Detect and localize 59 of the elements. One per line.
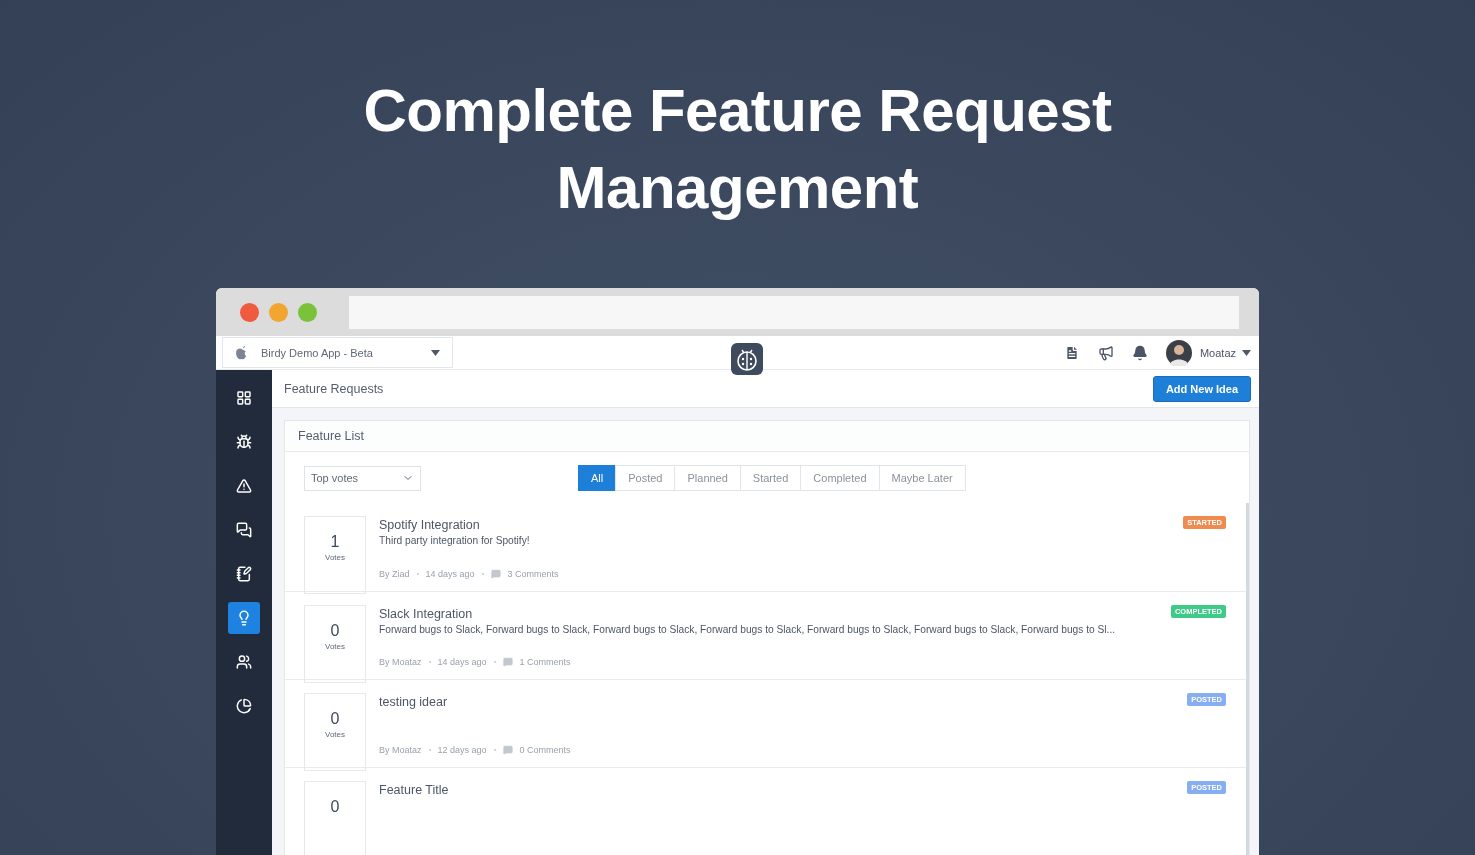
add-idea-button[interactable]: Add New Idea [1152,375,1251,402]
page-title: Feature Requests [284,381,384,396]
vote-box[interactable]: 0 [304,781,366,855]
votes-label: Votes [325,730,345,739]
votes-label: Votes [325,553,345,562]
warning-icon [236,478,252,494]
megaphone-icon[interactable] [1097,344,1114,361]
filter-tab[interactable]: All [578,465,617,491]
avatar[interactable] [1165,339,1192,366]
caret-icon[interactable] [1242,349,1251,356]
filter-tab[interactable]: Posted [615,465,676,491]
comment-count: 0 Comments [519,745,571,755]
people-icon [236,654,252,670]
caret-icon [431,349,440,356]
project-selector[interactable]: Birdy Demo App - Beta [222,337,453,369]
filter-tab[interactable]: Maybe Later [878,465,966,491]
post-age: 14 days ago [425,569,475,579]
vote-count: 1 [330,533,340,551]
feature-description: Forward bugs to Slack, Forward bugs to Slack, Forward bugs to Slack, Forward bugs to Slack, Forward bugs to Slack, Forward bugs to Slack, Forward bugs to Sl... [379,624,1117,635]
zoom-dot[interactable] [298,302,317,322]
comment-icon [502,745,513,755]
bug-icon [236,434,252,450]
lightbulb-icon [236,610,252,626]
vote-box[interactable]: 1 Votes [304,516,366,594]
post-age: 14 days ago [437,657,487,667]
user-name[interactable]: Moataz [1199,346,1236,359]
vote-count: 0 [330,798,340,816]
filter-tab[interactable]: Planned [674,465,741,491]
filter-tab[interactable]: Started [739,465,802,491]
feature-title: Feature Title [379,783,449,797]
headline: Complete Feature Request Management [363,76,1112,223]
votes-label: Votes [325,642,345,651]
ladybug-logo[interactable] [731,343,763,376]
minimize-dot[interactable] [269,302,288,322]
comment-count: 3 Comments [507,569,559,579]
author: By Moataz [379,745,422,755]
notepad-icon [236,566,252,582]
post-age: 12 days ago [437,745,487,755]
comment-icon [502,657,513,667]
grid-icon [236,390,252,406]
comment-count: 1 Comments [519,657,571,667]
sort-dropdown[interactable]: Top votes [304,465,421,491]
close-dot[interactable] [240,302,259,322]
comment-icon [490,569,501,579]
pie-chart-icon [236,698,252,714]
feature-title: testing idear [379,695,448,709]
feature-title: Spotify Integration [379,518,480,532]
filter-tab[interactable]: Completed [800,465,880,491]
vote-box[interactable]: 0 Votes [304,605,366,683]
bell-icon[interactable] [1131,344,1148,361]
feature-description: Third party integration for Spotify! [379,535,531,546]
chat-icon [236,522,252,538]
author: By Ziad [379,569,410,579]
feature-title: Slack Integration [379,607,473,621]
vote-count: 0 [330,622,340,640]
apple-icon [235,344,249,361]
vote-box[interactable]: 0 Votes [304,693,366,771]
author: By Moataz [379,657,422,667]
vote-count: 0 [330,710,340,728]
